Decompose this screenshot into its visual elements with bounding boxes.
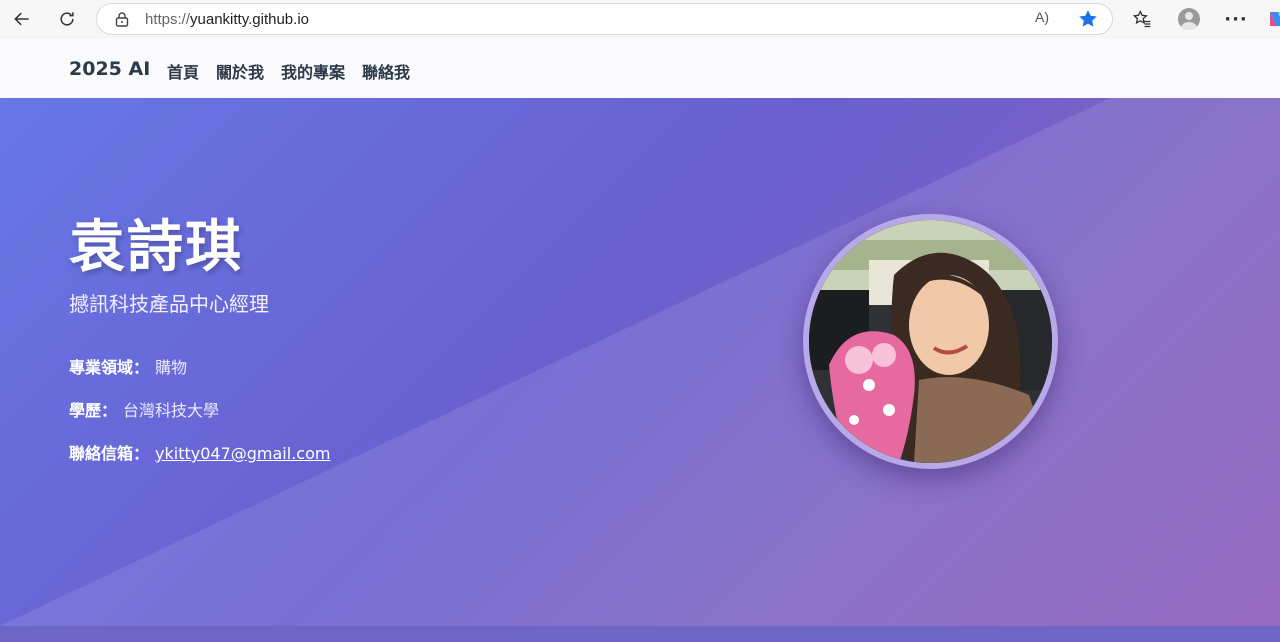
email-label: 聯絡信箱： [69, 444, 150, 463]
copilot-icon [1270, 12, 1280, 26]
more-icon: ··· [1224, 8, 1248, 30]
profile-title: 撼訊科技產品中心經理 [69, 292, 269, 316]
favorite-star-icon[interactable] [1077, 8, 1099, 30]
back-button[interactable] [5, 2, 39, 36]
email-link[interactable]: ykitty047@gmail.com [155, 444, 330, 463]
hero-section: 袁詩琪 撼訊科技產品中心經理 專業領域： 購物 學歷： 台灣科技大學 聯絡信箱： yk… [0, 98, 1280, 626]
field-label: 專業領域： [69, 358, 150, 377]
menu-projects[interactable]: 我的專案 [281, 59, 345, 83]
more-button[interactable]: ··· [1221, 4, 1251, 34]
menu-about[interactable]: 關於我 [216, 59, 264, 83]
menu-contact[interactable]: 聯絡我 [362, 59, 410, 83]
site-menu: 首頁 關於我 我的專案 聯絡我 [167, 59, 410, 83]
profile-photo [803, 214, 1058, 469]
copilot-button[interactable] [1262, 4, 1280, 34]
site-navbar: 2025 AI 首頁 關於我 我的專案 聯絡我 [0, 38, 1280, 98]
favorites-list-icon [1132, 9, 1151, 28]
education-row: 學歷： 台灣科技大學 [69, 397, 219, 421]
url-scheme: https:// [145, 11, 191, 28]
education-label: 學歷： [69, 401, 118, 420]
hero-diagonal-overlay [0, 98, 1280, 626]
lock-icon [115, 12, 129, 27]
browser-toolbar: https://yuankitty.github.io A) ··· [0, 0, 1280, 38]
reload-icon [60, 12, 74, 26]
read-aloud-icon[interactable]: A) [1035, 9, 1057, 29]
field-value: 購物 [155, 358, 188, 377]
education-value: 台灣科技大學 [123, 401, 220, 420]
site-brand[interactable]: 2025 AI [69, 58, 150, 80]
profile-photo-image [809, 220, 1052, 463]
section-divider [0, 626, 1280, 642]
reload-button[interactable] [50, 2, 84, 36]
url-host: yuankitty.github.io [190, 11, 309, 28]
url-text[interactable]: https://yuankitty.github.io [145, 11, 309, 28]
favorites-button[interactable] [1127, 4, 1157, 34]
menu-home[interactable]: 首頁 [167, 59, 199, 83]
address-bar[interactable]: https://yuankitty.github.io A) [96, 3, 1113, 35]
profile-avatar-icon [1178, 8, 1200, 30]
profile-name: 袁詩琪 [69, 215, 243, 280]
profile-button[interactable] [1174, 4, 1204, 34]
email-row: 聯絡信箱： ykitty047@gmail.com [69, 440, 330, 464]
arrow-left-icon [14, 12, 29, 26]
field-row: 專業領域： 購物 [69, 354, 187, 378]
